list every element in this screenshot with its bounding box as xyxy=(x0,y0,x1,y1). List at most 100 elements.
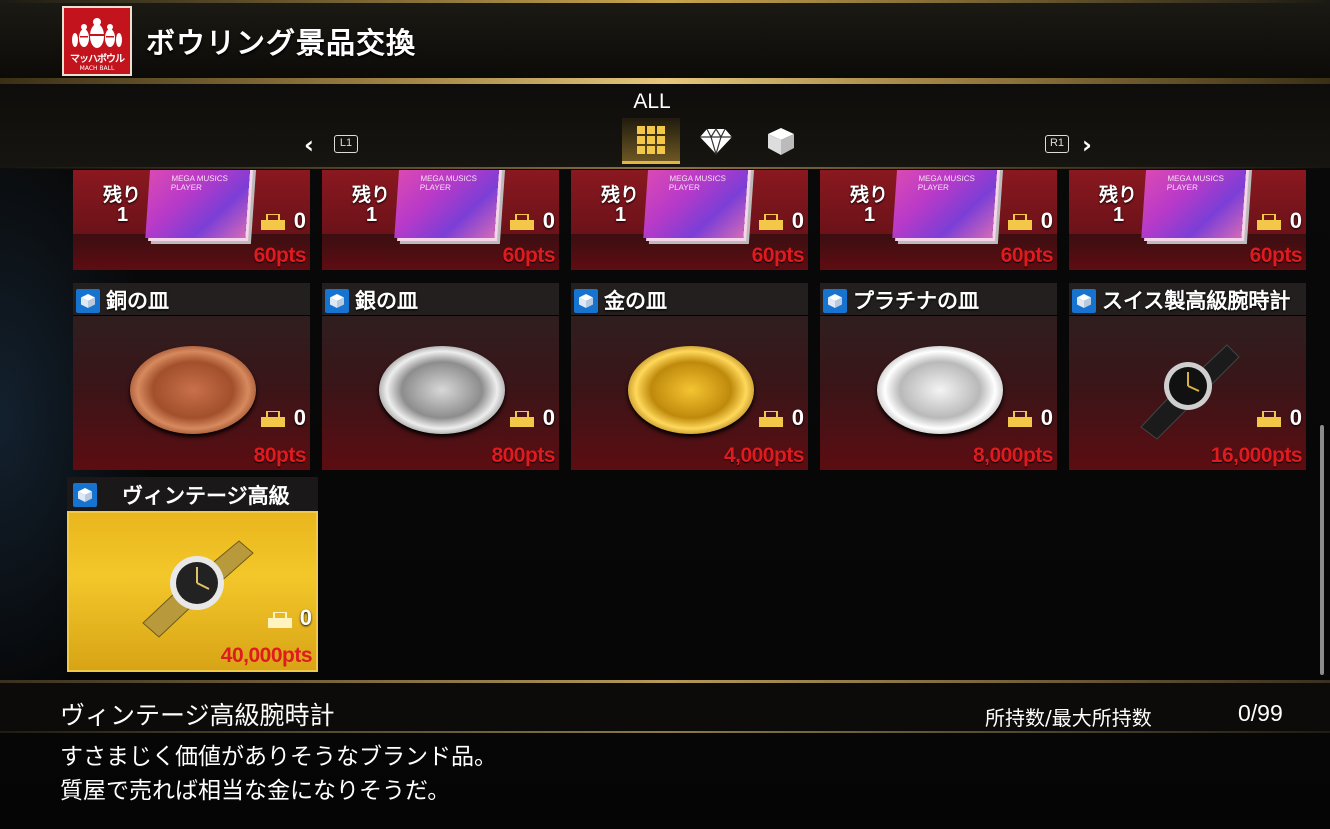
cd-cover-image: MEGA MUSICS PLAYER xyxy=(145,170,251,238)
item-description: すさまじく価値がありそうなブランド品。 質屋で売れば相当な金になりそうだ。 xyxy=(60,740,497,808)
prize-card-cd-1[interactable]: MEGA MUSICS PLAYER 残り 1 0 60pts xyxy=(73,170,310,270)
prize-card-vintage-watch-selected[interactable]: ヴィンテージ高級 0 40,000pts xyxy=(67,477,318,672)
box-icon xyxy=(1077,294,1091,308)
prize-name: 銅の皿 xyxy=(106,289,169,313)
prize-price: 80pts xyxy=(253,444,307,467)
prize-price: 60pts xyxy=(1249,244,1303,267)
header-top-line xyxy=(0,0,1330,3)
prize-price: 60pts xyxy=(502,244,556,267)
item-category-icon xyxy=(574,289,598,313)
logo-brand-sub: MACH BALL xyxy=(79,65,115,72)
grid-scrollbar[interactable] xyxy=(1320,425,1324,675)
cd-cover-image: MEGA MUSICS PLAYER xyxy=(643,170,749,238)
inventory-icon xyxy=(261,214,285,230)
prize-card-cd-3[interactable]: MEGA MUSICS PLAYER 残り 1 0 60pts xyxy=(571,170,808,270)
owned-count: 0 xyxy=(1289,208,1302,233)
tab-all[interactable] xyxy=(622,118,680,164)
remaining-label: 残り xyxy=(850,184,889,206)
prize-price: 8,000pts xyxy=(972,444,1054,467)
page-title: ボウリング景品交換 xyxy=(146,26,417,60)
platinum-plate-image xyxy=(877,346,1003,434)
owned-count: 0 xyxy=(299,605,312,630)
owned-count: 0 xyxy=(1289,405,1302,430)
inventory-icon xyxy=(1008,411,1032,427)
r1-button-hint: R1 xyxy=(1045,135,1069,153)
owned-max-value: 0/99 xyxy=(1238,700,1283,726)
chevron-left-icon[interactable]: ‹ xyxy=(304,131,314,159)
box-icon xyxy=(78,488,92,502)
prize-price: 60pts xyxy=(253,244,307,267)
black-watch-image xyxy=(1140,344,1240,440)
inventory-icon xyxy=(759,411,783,427)
prize-card-cd-4[interactable]: MEGA MUSICS PLAYER 残り 1 0 60pts xyxy=(820,170,1057,270)
diamond-icon xyxy=(700,127,732,155)
cd-cover-image: MEGA MUSICS PLAYER xyxy=(1141,170,1247,238)
inventory-icon xyxy=(261,411,285,427)
box-icon xyxy=(330,294,344,308)
silver-plate-image xyxy=(379,346,505,434)
box-icon xyxy=(828,294,842,308)
prize-card-cd-2[interactable]: MEGA MUSICS PLAYER 残り 1 0 60pts xyxy=(322,170,559,270)
owned-max-label: 所持数/最大所持数 xyxy=(985,706,1152,730)
item-category-icon xyxy=(76,289,100,313)
prize-card-cd-5[interactable]: MEGA MUSICS PLAYER 残り 1 0 60pts xyxy=(1069,170,1306,270)
bowling-pins-icon xyxy=(72,18,122,48)
gold-plate-image xyxy=(628,346,754,434)
prize-name: スイス製高級腕時計 xyxy=(1102,289,1291,313)
grid-icon xyxy=(637,125,665,154)
remaining-label: 残り xyxy=(601,184,640,206)
inventory-icon xyxy=(510,411,534,427)
remaining-label: 残り xyxy=(103,184,142,206)
remaining-label: 残り xyxy=(352,184,391,206)
owned-count: 0 xyxy=(1040,405,1053,430)
tab-valuables[interactable] xyxy=(687,118,745,164)
tab-bar-divider xyxy=(0,167,1330,169)
prize-price: 800pts xyxy=(491,444,555,467)
prize-card-silver-plate[interactable]: 銀の皿 0 800pts xyxy=(322,283,559,470)
description-line-2: 質屋で売れば相当な金になりそうだ。 xyxy=(60,778,451,804)
remaining-count: 1 xyxy=(615,204,627,226)
inventory-icon xyxy=(759,214,783,230)
item-category-icon xyxy=(325,289,349,313)
remaining-count: 1 xyxy=(366,204,378,226)
prize-price: 4,000pts xyxy=(723,444,805,467)
cd-cover-image: MEGA MUSICS PLAYER xyxy=(394,170,500,238)
owned-count: 0 xyxy=(293,208,306,233)
owned-count: 0 xyxy=(1040,208,1053,233)
item-category-icon xyxy=(1072,289,1096,313)
tab-active-label: ALL xyxy=(633,90,671,113)
owned-count: 0 xyxy=(791,405,804,430)
inventory-icon xyxy=(1008,214,1032,230)
prize-price: 40,000pts xyxy=(220,644,313,667)
gold-watch-image xyxy=(142,540,254,638)
inventory-icon xyxy=(1257,411,1281,427)
prize-name: 金の皿 xyxy=(604,289,667,313)
box-icon xyxy=(768,128,794,155)
prize-name: プラチナの皿 xyxy=(853,289,979,313)
inventory-icon xyxy=(1257,214,1281,230)
remaining-count: 1 xyxy=(1113,204,1125,226)
prize-card-bronze-plate[interactable]: 銅の皿 0 80pts xyxy=(73,283,310,470)
chevron-right-icon[interactable]: › xyxy=(1082,131,1092,159)
l1-button-hint: L1 xyxy=(334,135,358,153)
item-category-icon xyxy=(823,289,847,313)
remaining-count: 1 xyxy=(117,204,129,226)
box-icon xyxy=(81,294,95,308)
logo-brand-text: マッハボウル xyxy=(70,54,125,65)
bowling-logo: マッハボウル MACH BALL xyxy=(62,6,132,76)
owned-count: 0 xyxy=(542,405,555,430)
prize-name: ヴィンテージ高級 xyxy=(122,484,290,508)
selected-item-title: ヴィンテージ高級腕時計 xyxy=(60,701,335,730)
bronze-plate-image xyxy=(130,346,256,434)
prize-name: 銀の皿 xyxy=(355,289,418,313)
owned-count: 0 xyxy=(791,208,804,233)
prize-card-gold-plate[interactable]: 金の皿 0 4,000pts xyxy=(571,283,808,470)
tab-items[interactable] xyxy=(752,118,810,164)
cd-cover-image: MEGA MUSICS PLAYER xyxy=(892,170,998,238)
item-category-icon xyxy=(73,483,97,507)
prize-price: 16,000pts xyxy=(1210,444,1303,467)
prize-card-swiss-watch[interactable]: スイス製高級腕時計 0 16,000pts xyxy=(1069,283,1306,470)
prize-card-platinum-plate[interactable]: プラチナの皿 0 8,000pts xyxy=(820,283,1057,470)
description-line-1: すさまじく価値がありそうなブランド品。 xyxy=(60,744,497,770)
box-icon xyxy=(579,294,593,308)
